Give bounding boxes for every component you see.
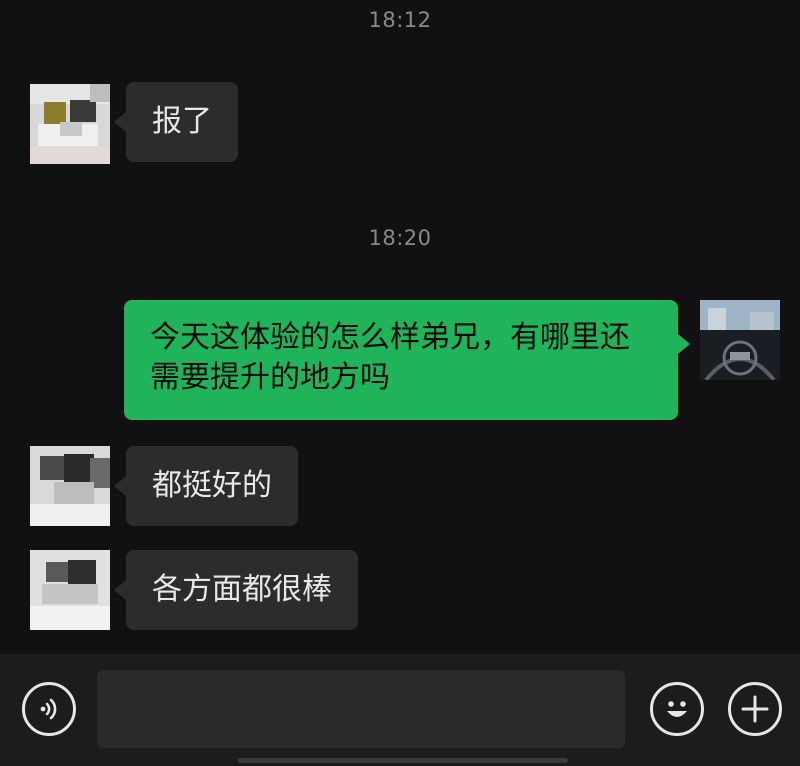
- add-button[interactable]: [728, 682, 782, 736]
- emoji-icon: [667, 701, 687, 717]
- car-dashboard-image: [700, 300, 780, 380]
- message-text: 报了: [152, 104, 212, 139]
- emoji-button[interactable]: [650, 682, 704, 736]
- timestamp: 18:20: [368, 226, 432, 250]
- timestamp: 18:12: [368, 8, 432, 32]
- message-text: 各方面都很棒: [152, 572, 332, 607]
- message-text: 今天这体验的怎么样弟兄，有哪里还需要提升的地方吗: [150, 320, 630, 395]
- my-avatar[interactable]: [700, 300, 780, 380]
- input-bar: [0, 654, 800, 766]
- incoming-message[interactable]: 报了: [114, 82, 238, 162]
- incoming-message[interactable]: 都挺好的: [114, 446, 298, 526]
- home-indicator: [238, 758, 568, 763]
- plus-icon: [741, 695, 769, 723]
- message-input[interactable]: [97, 670, 625, 748]
- voice-icon: [40, 698, 57, 720]
- message-text: 都挺好的: [152, 468, 272, 503]
- outgoing-message[interactable]: 今天这体验的怎么样弟兄，有哪里还需要提升的地方吗: [124, 300, 690, 420]
- contact-avatar[interactable]: [30, 550, 110, 630]
- incoming-message[interactable]: 各方面都很棒: [114, 550, 358, 630]
- contact-avatar[interactable]: [30, 84, 110, 164]
- contact-avatar[interactable]: [30, 446, 110, 526]
- voice-button[interactable]: [22, 682, 76, 736]
